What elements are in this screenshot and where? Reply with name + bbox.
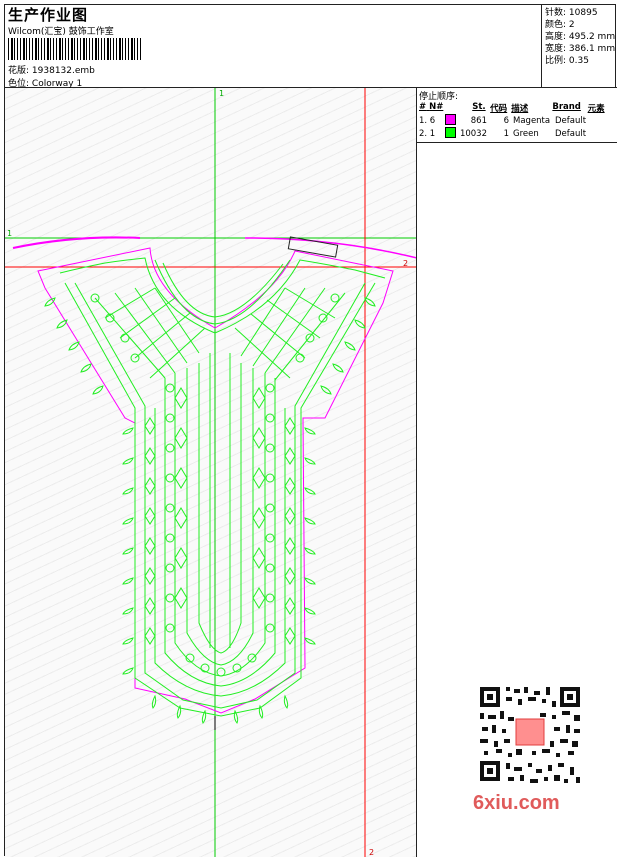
guide-label-v1: 1 bbox=[219, 89, 224, 98]
stat-label: 高度: bbox=[545, 32, 567, 42]
design-stats: 针数: 10895 颜色: 2 高度: 495.2 mm 宽度: 386.1 m… bbox=[542, 5, 617, 88]
row-desc: Green bbox=[513, 128, 539, 139]
stat-value: 2 bbox=[568, 20, 575, 30]
stat-label: 针数: bbox=[545, 8, 567, 18]
col-header-brand: Brand bbox=[552, 102, 581, 112]
col-header-element: 元素 bbox=[587, 104, 605, 114]
col-header-st: St. bbox=[472, 102, 486, 112]
stop-sequence-title: 停止顺序: bbox=[419, 92, 459, 102]
stat-label: 宽度: bbox=[545, 44, 567, 54]
col-header-code: 代码 bbox=[490, 104, 508, 114]
table-row[interactable]: 1. 6 861 6 Magenta Default bbox=[417, 113, 617, 128]
stat-label: 比例: bbox=[545, 56, 567, 66]
stat-height: 高度: 495.2 mm bbox=[545, 31, 617, 43]
company-name: Wilcom(汇宝) 鼓饰工作室 bbox=[8, 27, 114, 37]
col-header-swatch bbox=[444, 102, 458, 114]
stat-width: 宽度: 386.1 mm bbox=[545, 43, 617, 55]
row-desc: Magenta bbox=[513, 115, 551, 126]
stop-sequence-panel: 停止顺序: # N# St. 代码 描述 Brand 元素 1. 6 861 6… bbox=[417, 88, 617, 857]
guide-label-h1: 1 bbox=[7, 229, 12, 238]
guide-label-v2: 2 bbox=[369, 848, 374, 857]
stat-stitches: 针数: 10895 bbox=[545, 7, 617, 19]
row-code: 1 bbox=[503, 128, 509, 139]
diamond-motifs bbox=[144, 387, 296, 645]
stat-value: 495.2 mm bbox=[568, 32, 616, 42]
table-row[interactable]: 2. 1 10032 1 Green Default bbox=[417, 126, 617, 141]
row-seq: 2. 1 bbox=[419, 128, 436, 139]
stop-sequence-table: # N# St. 代码 描述 Brand 元素 1. 6 861 6 Magen… bbox=[417, 102, 617, 140]
color-swatch bbox=[445, 126, 456, 138]
table-header: # N# St. 代码 描述 Brand 元素 bbox=[417, 102, 617, 114]
row-stitches: 861 bbox=[470, 115, 487, 126]
page-title: 生产作业图 bbox=[8, 6, 89, 24]
row-seq: 1. 6 bbox=[419, 115, 436, 126]
qr-code-image bbox=[472, 681, 588, 789]
row-brand: Default bbox=[555, 128, 587, 139]
color-swatch bbox=[445, 113, 456, 125]
col-header-num: # N# bbox=[417, 102, 444, 114]
stat-value: 10895 bbox=[568, 8, 598, 18]
row-stitches: 10032 bbox=[459, 128, 487, 139]
stat-colors: 颜色: 2 bbox=[545, 19, 617, 31]
row-swatch bbox=[445, 113, 459, 128]
col-header-desc: 描述 bbox=[511, 104, 529, 114]
design-file: 花版: 1938132.emb bbox=[8, 63, 95, 76]
stat-value: 386.1 mm bbox=[568, 44, 616, 54]
header-no: N# bbox=[429, 102, 444, 112]
stat-scale: 比例: 0.35 bbox=[545, 55, 617, 67]
production-sheet: 生产作业图 Wilcom(汇宝) 鼓饰工作室 花版: 1938132.emb 色… bbox=[4, 4, 617, 857]
header-num: # bbox=[419, 102, 427, 112]
stat-label: 颜色: bbox=[545, 20, 567, 30]
design-canvas[interactable]: 1 1 2 2 bbox=[5, 88, 417, 857]
row-swatch bbox=[445, 126, 459, 141]
embroidery-preview: 1 1 2 2 bbox=[5, 88, 416, 857]
stat-value: 0.35 bbox=[568, 56, 589, 66]
qr-code-icon bbox=[472, 681, 588, 789]
row-code: 6 bbox=[503, 115, 509, 126]
right-shoulder-line bbox=[244, 237, 416, 259]
table-divider bbox=[417, 142, 617, 143]
design-value: 1938132.emb bbox=[31, 66, 95, 76]
left-shoulder-line bbox=[12, 236, 141, 249]
watermark-logo: 6xiu.com bbox=[473, 792, 560, 814]
guide-label-h2: 2 bbox=[403, 259, 408, 268]
row-brand: Default bbox=[555, 115, 587, 126]
embroidery-pattern bbox=[59, 257, 386, 717]
barcode-image bbox=[8, 38, 142, 60]
header-info: 生产作业图 Wilcom(汇宝) 鼓饰工作室 花版: 1938132.emb 色… bbox=[5, 5, 542, 89]
design-label: 花版: bbox=[8, 66, 30, 76]
